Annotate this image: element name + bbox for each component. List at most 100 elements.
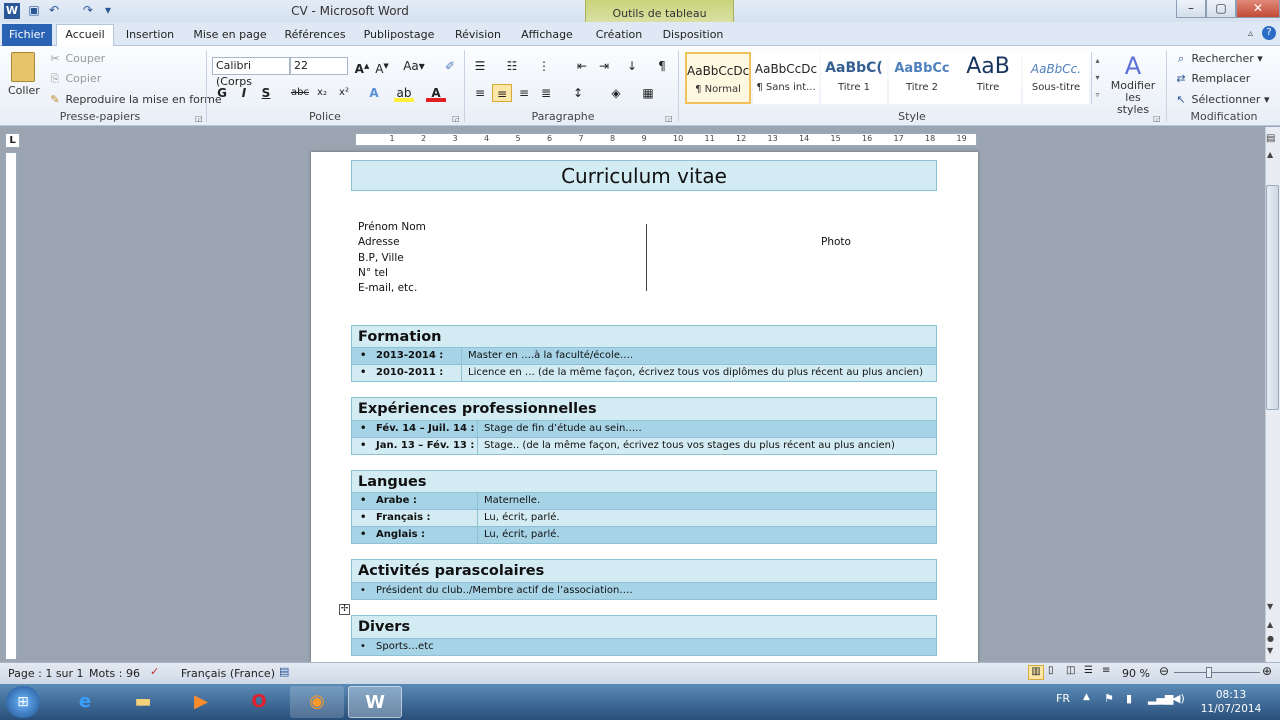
browse-object-icon[interactable]: ● (1267, 634, 1274, 643)
internet-explorer-icon[interactable]: e (58, 686, 112, 718)
full-screen-view-icon[interactable]: ▯ (1048, 665, 1054, 676)
table-row[interactable]: • Président du club../Membre actif de l’a… (351, 583, 937, 600)
decrease-indent-icon[interactable]: ⇤ (572, 57, 592, 75)
horizontal-ruler[interactable]: 1 2 3 4 5 6 7 8 9 10 11 12 13 14 15 16 17 18 19 (355, 133, 977, 146)
tab-accueil[interactable]: Accueil (56, 24, 114, 47)
font-dialog-launcher-icon[interactable]: ◲ (452, 114, 460, 123)
table-row[interactable]: • Fév. 14 – Juil. 14 : Stage de fin d’étu… (351, 421, 937, 438)
section-heading-experiences[interactable]: Expériences professionnelles (351, 397, 937, 421)
copy-button[interactable]: ⎘ Copier (48, 72, 102, 86)
tab-publipostage[interactable]: Publipostage (358, 25, 440, 46)
line-spacing-icon[interactable]: ↕ (568, 84, 588, 102)
modify-styles-button[interactable]: A Modifier les styles (1108, 52, 1158, 116)
table-row[interactable]: • Français : Lu, écrit, parlé. (351, 510, 937, 527)
section-heading-langues[interactable]: Langues (351, 470, 937, 493)
highlight-icon[interactable]: ab (394, 84, 414, 102)
contact-address[interactable]: Adresse (358, 236, 400, 248)
grow-font-button[interactable]: A▲ (352, 57, 372, 76)
word-count[interactable]: Mots : 96 (89, 667, 140, 680)
show-hidden-icons[interactable]: ▲ (1083, 692, 1090, 702)
align-left-icon[interactable]: ≡ (470, 84, 490, 102)
action-center-flag-icon[interactable]: ⚑ (1104, 692, 1114, 705)
align-center-icon[interactable]: ≡ (492, 84, 512, 102)
increase-indent-icon[interactable]: ⇥ (594, 57, 614, 75)
zoom-out-button[interactable]: ⊖ (1159, 664, 1169, 678)
table-row[interactable]: • Jan. 13 – Fév. 13 : Stage.. (de la même… (351, 438, 937, 455)
table-row[interactable]: • 2013-2014 : Master en ….à la faculté/éc… (351, 348, 937, 365)
styles-gallery-scroll[interactable]: ▴ ▾ ▿ (1091, 52, 1103, 104)
proofing-icon[interactable]: ✓ (150, 665, 159, 678)
table-row[interactable]: • Sports…etc (351, 639, 937, 656)
change-case-button[interactable]: Aa▾ (400, 57, 428, 75)
subscript-button[interactable]: x₂ (312, 84, 332, 102)
table-row[interactable]: • Arabe : Maternelle. (351, 493, 937, 510)
borders-icon[interactable]: ▦ (638, 84, 658, 102)
section-heading-divers[interactable]: Divers (351, 615, 937, 639)
italic-button[interactable]: I (234, 84, 254, 102)
styles-dialog-launcher-icon[interactable]: ◲ (1153, 114, 1161, 123)
language-indicator[interactable]: Français (France) (181, 667, 275, 680)
photo-placeholder[interactable]: Photo (821, 236, 851, 248)
volume-icon[interactable]: ◀) (1172, 692, 1185, 705)
section-heading-activites[interactable]: Activités parascolaires (351, 559, 937, 583)
contact-email[interactable]: E-mail, etc. (358, 282, 417, 294)
media-player-icon[interactable]: ▶ (174, 686, 228, 718)
paste-button[interactable]: Coller (8, 52, 40, 97)
zoom-slider-thumb[interactable] (1206, 667, 1212, 678)
replace-button[interactable]: ⇄ Remplacer (1174, 72, 1250, 85)
clipboard-dialog-launcher-icon[interactable]: ◲ (195, 114, 203, 123)
zoom-slider[interactable] (1174, 672, 1260, 673)
strikethrough-button[interactable]: abc (290, 84, 310, 102)
word-taskbar-icon[interactable]: W (348, 686, 402, 718)
bullets-icon[interactable]: ☰ (470, 57, 490, 75)
draft-view-icon[interactable]: ≡ (1102, 665, 1110, 676)
font-size-combo[interactable]: 22 (290, 57, 348, 75)
tab-revision[interactable]: Révision (448, 25, 508, 46)
web-layout-view-icon[interactable]: ◫ (1066, 665, 1075, 676)
tab-mise-en-page[interactable]: Mise en page (188, 25, 272, 46)
clear-formatting-icon[interactable]: ✐ (440, 57, 460, 75)
multilevel-list-icon[interactable]: ⋮ (534, 57, 554, 75)
select-button[interactable]: ↖ Sélectionner ▾ (1174, 93, 1269, 106)
close-button[interactable]: ✕ (1236, 0, 1280, 18)
text-effects-icon[interactable]: A (364, 84, 384, 102)
scroll-up-icon[interactable]: ▲ (1267, 150, 1273, 159)
next-page-icon[interactable]: ▼ (1267, 646, 1273, 655)
zoom-in-button[interactable]: ⊕ (1262, 664, 1272, 678)
numbering-icon[interactable]: ☷ (502, 57, 522, 75)
style-titre-2[interactable]: AaBbCc Titre 2 (889, 52, 955, 104)
macro-icon[interactable]: ▤ (279, 665, 289, 678)
bold-button[interactable]: G (212, 84, 232, 102)
system-clock[interactable]: 08:13 11/07/2014 (1195, 688, 1267, 716)
vertical-scrollbar-thumb[interactable] (1266, 185, 1279, 410)
underline-button[interactable]: S (256, 84, 276, 102)
tab-fichier[interactable]: Fichier (2, 24, 52, 46)
tab-references[interactable]: Références (280, 25, 350, 46)
firefox-icon[interactable]: ◉ (290, 686, 344, 718)
outline-view-icon[interactable]: ☰ (1084, 665, 1093, 676)
contact-phone[interactable]: N° tel (358, 267, 388, 279)
show-formatting-icon[interactable]: ¶ (652, 57, 672, 75)
help-icon[interactable]: ? (1262, 26, 1276, 40)
shrink-font-button[interactable]: A▼ (372, 57, 392, 76)
network-icon[interactable]: ▂▄▆ (1148, 692, 1173, 705)
font-name-combo[interactable]: Calibri (Corps (212, 57, 290, 88)
sort-icon[interactable]: ↓ (622, 57, 642, 75)
superscript-button[interactable]: x² (334, 84, 354, 102)
battery-icon[interactable]: ▮ (1126, 692, 1132, 705)
table-move-handle-icon[interactable]: ✢ (339, 604, 350, 615)
scroll-down-icon[interactable]: ▼ (1267, 602, 1273, 611)
minimize-button[interactable]: – (1176, 0, 1206, 18)
font-color-icon[interactable]: A (426, 84, 446, 102)
tab-affichage[interactable]: Affichage (516, 25, 578, 46)
cv-title[interactable]: Curriculum vitae (351, 160, 937, 191)
file-explorer-icon[interactable]: ▬ (116, 686, 170, 718)
style-titre-1[interactable]: AaBbC( Titre 1 (821, 52, 887, 104)
zoom-level[interactable]: 90 % (1122, 667, 1150, 680)
tab-disposition[interactable]: Disposition (660, 25, 726, 46)
contact-city[interactable]: B.P, Ville (358, 252, 404, 264)
minimize-ribbon-icon[interactable]: ▵ (1248, 28, 1253, 39)
format-painter-button[interactable]: ✎ Reproduire la mise en forme (48, 93, 221, 106)
style-titre[interactable]: AaB Titre (955, 52, 1021, 104)
style-no-spacing[interactable]: AaBbCcDc ¶ Sans int... (753, 52, 819, 104)
